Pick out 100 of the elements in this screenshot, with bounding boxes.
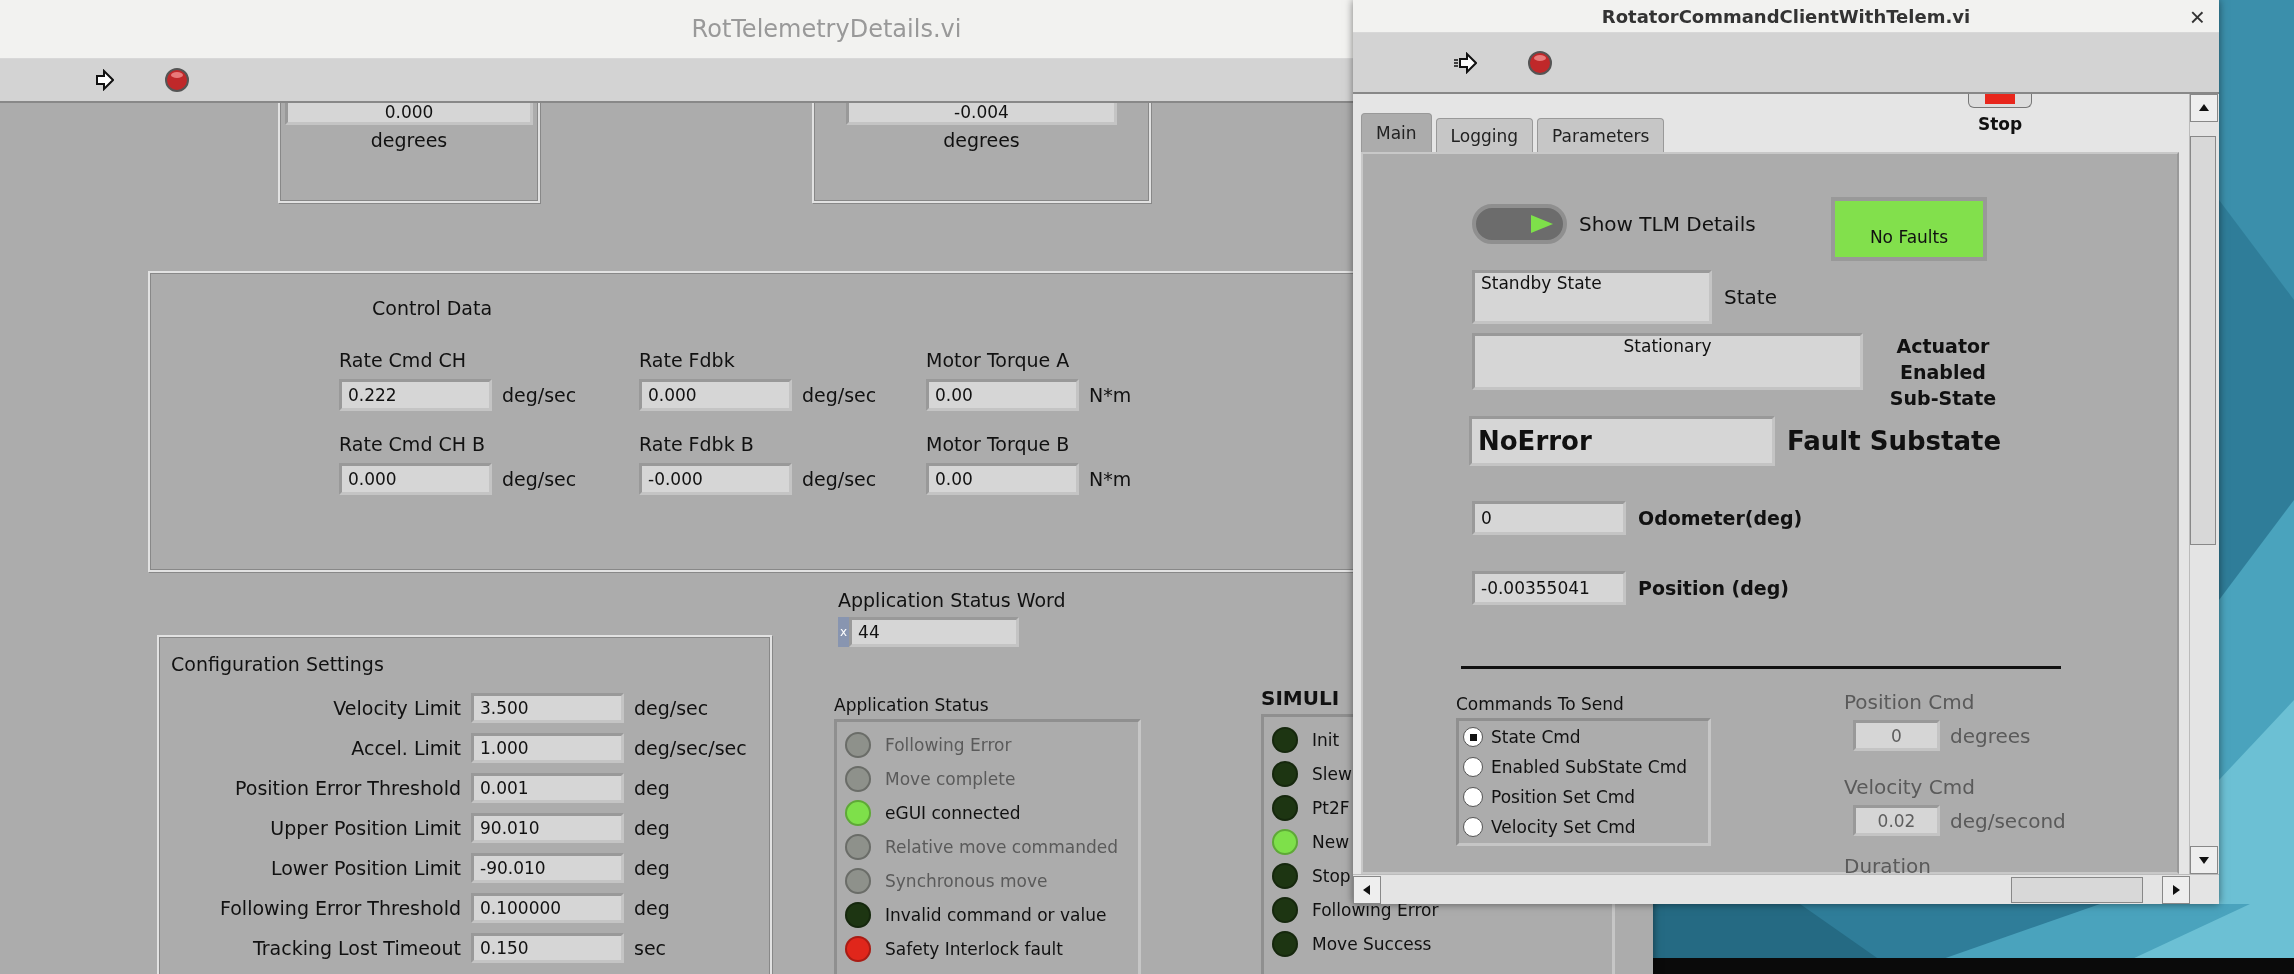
led-label: Relative move commanded — [885, 837, 1118, 857]
field-label: Velocity Limit — [333, 697, 461, 719]
numeric-field[interactable]: -0.000 — [639, 463, 792, 495]
unit-label: N*m — [1089, 468, 1132, 490]
readout-field: 0.000 — [285, 103, 533, 125]
led-label: eGUI connected — [885, 803, 1021, 823]
radio-option[interactable]: State Cmd — [1463, 727, 1704, 747]
unit-label: deg — [634, 857, 670, 879]
led-label: Pt2F — [1312, 798, 1350, 818]
unit-label: deg/sec — [802, 468, 877, 490]
unit-label: deg/sec — [802, 384, 877, 406]
group-title: Commands To Send — [1456, 694, 1624, 714]
led-label: Stop — [1312, 866, 1351, 886]
abort-button[interactable] — [1527, 49, 1553, 76]
numeric-field[interactable]: 90.010 — [471, 813, 624, 843]
window-title: RotTelemetryDetails.vi — [691, 15, 962, 43]
abort-button[interactable] — [164, 67, 190, 93]
numeric-field[interactable]: 0.00 — [926, 463, 1079, 495]
led-label: Following Error — [1312, 900, 1439, 920]
unit-label: degrees — [943, 129, 1020, 151]
horizontal-scrollbar[interactable] — [1353, 874, 2219, 904]
group-title: SIMULI — [1261, 686, 1340, 710]
field-label: Position (deg) — [1638, 577, 1790, 599]
group-title: Application Status — [834, 695, 989, 715]
unit-label: deg/sec — [634, 697, 709, 719]
numeric-field[interactable]: 44 — [849, 617, 1020, 647]
close-button[interactable]: × — [2189, 2, 2205, 33]
radio-option[interactable]: Enabled SubState Cmd — [1463, 757, 1704, 777]
run-arrow-icon — [1453, 51, 1477, 74]
vertical-scrollbar[interactable] — [2189, 94, 2219, 874]
field-label: Upper Position Limit — [270, 817, 461, 839]
numeric-field[interactable]: 0.001 — [471, 773, 624, 803]
field-label: Accel. Limit — [351, 737, 461, 759]
numeric-field: 0 — [1472, 501, 1626, 535]
run-continuously-button[interactable] — [1453, 51, 1477, 74]
field-label: Lower Position Limit — [270, 857, 461, 879]
led-label: Safety Interlock fault — [885, 939, 1063, 959]
unit-label: deg/sec — [502, 384, 577, 406]
field-label: Rate Cmd CH B — [339, 433, 486, 455]
unit-label: deg — [634, 777, 670, 799]
field-label: Following Error Threshold — [220, 897, 461, 919]
field-label: Duration — [1844, 854, 1931, 874]
window-title: RotatorCommandClientWithTelem.vi — [1601, 5, 1971, 27]
unit-label: degrees — [370, 129, 448, 151]
toggle-label: Show TLM Details — [1579, 212, 1756, 236]
stop-label: Stop — [1977, 114, 2023, 134]
readout-field: -0.004 — [846, 103, 1117, 125]
unit-label: deg/sec — [502, 468, 577, 490]
unit-label: N*m — [1089, 384, 1132, 406]
numeric-field[interactable]: 1.000 — [471, 733, 624, 763]
led-label: Synchronous move — [885, 871, 1048, 891]
tab[interactable]: Logging — [1435, 118, 1534, 152]
abort-icon — [1527, 49, 1553, 76]
numeric-field[interactable]: -90.010 — [471, 853, 624, 883]
field-label: Application Status Word — [838, 589, 1066, 611]
tab[interactable]: Parameters — [1537, 118, 1665, 152]
numeric-field[interactable]: 0.000 — [339, 463, 492, 495]
field-label: Fault Substate — [1787, 426, 2002, 456]
group-title: Configuration Settings — [171, 653, 384, 675]
unit-label: deg — [634, 897, 670, 919]
led-label: Invalid command or value — [885, 905, 1107, 925]
unit-label: degrees — [1950, 723, 2031, 748]
numeric-field[interactable]: 3.500 — [471, 693, 624, 723]
unit-label: deg/second — [1950, 808, 2066, 833]
field-label: Rate Cmd CH — [339, 349, 467, 371]
field-label: Motor Torque A — [926, 349, 1070, 371]
unit-label: deg — [634, 817, 670, 839]
numeric-field: -0.00355041 — [1472, 571, 1626, 605]
toggle-switch[interactable] — [1472, 204, 1567, 244]
numeric-field[interactable]: 0.222 — [339, 379, 492, 411]
numeric-field[interactable]: 0.100000 — [471, 893, 624, 923]
fault-substate-field: NoError — [1469, 416, 1775, 466]
numeric-field[interactable]: 0.000 — [639, 379, 792, 411]
field-label: Position Error Threshold — [235, 777, 461, 799]
led-label: Move complete — [885, 769, 1016, 789]
led-label: New — [1312, 832, 1350, 852]
led-label: Init — [1312, 730, 1340, 750]
led-label: Following Error — [885, 735, 1012, 755]
stop-button[interactable] — [1968, 94, 2032, 108]
unit-label: sec — [634, 937, 667, 959]
field-label: Motor Torque B — [926, 433, 1070, 455]
led-label: Slew — [1312, 764, 1352, 784]
field-label: Rate Fdbk B — [639, 433, 754, 455]
unit-label: deg/sec/sec — [634, 737, 747, 759]
field-label: Actuator Enabled Sub-State — [1888, 334, 1998, 411]
led-label: Move Success — [1312, 934, 1432, 954]
numeric-field[interactable]: 0.150 — [471, 933, 624, 963]
radio-option[interactable]: Position Set Cmd — [1463, 787, 1704, 807]
substate-field: Stationary — [1472, 333, 1863, 390]
radio-option[interactable]: Velocity Set Cmd — [1463, 817, 1704, 837]
state-field: Standby State — [1472, 270, 1712, 324]
field-label: Position Cmd — [1844, 690, 1975, 714]
numeric-field[interactable]: 0.00 — [926, 379, 1079, 411]
abort-icon — [164, 67, 190, 93]
field-label: Velocity Cmd — [1844, 775, 1975, 799]
tab[interactable]: Main — [1361, 113, 1432, 152]
field-label: Tracking Lost Timeout — [252, 937, 461, 959]
group-title: Control Data — [372, 297, 493, 319]
field-label: Odometer(deg) — [1638, 507, 1803, 529]
field-label: State — [1724, 285, 1777, 309]
